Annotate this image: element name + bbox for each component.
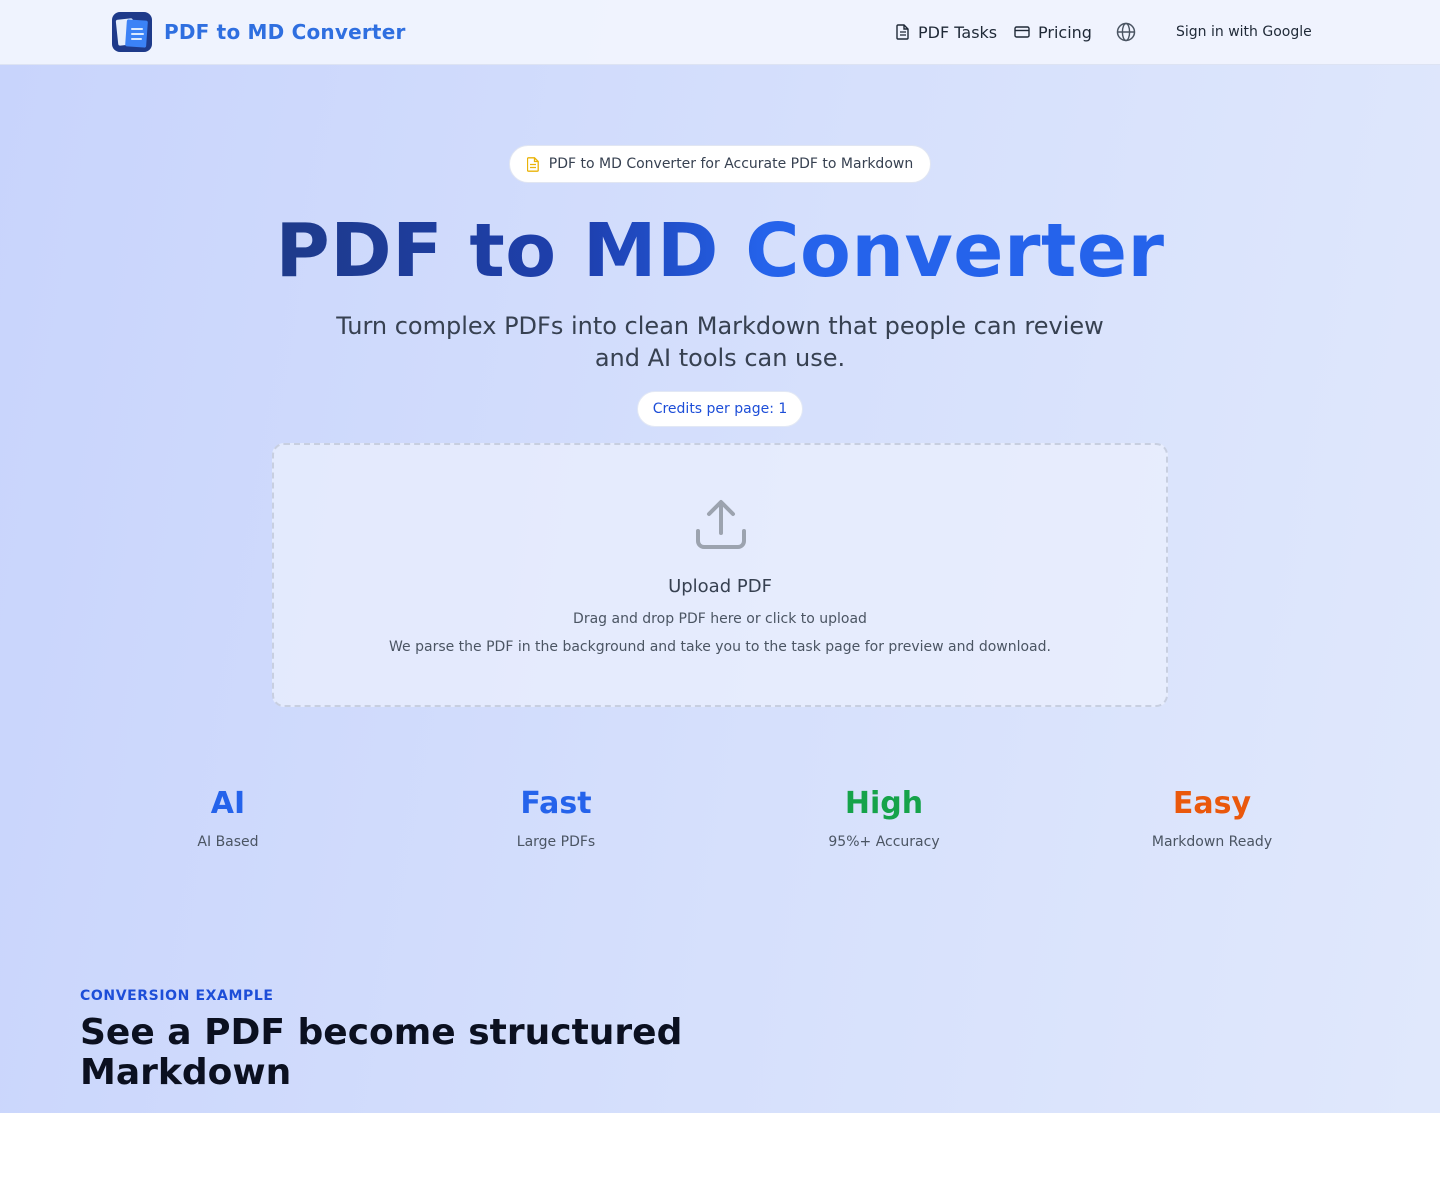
upload-title: Upload PDF	[668, 576, 772, 597]
stat-value: AI	[210, 786, 246, 821]
sign-in-button[interactable]: Sign in with Google	[1176, 22, 1312, 42]
hero-badge: PDF to MD Converter for Accurate PDF to …	[509, 145, 931, 183]
stat-ai: AI AI Based	[98, 784, 358, 852]
credit-card-icon	[1014, 26, 1030, 38]
hero-subtitle: Turn complex PDFs into clean Markdown th…	[336, 312, 1104, 372]
nav-pdf-tasks-label: PDF Tasks	[918, 22, 998, 42]
stat-value: High	[844, 786, 924, 821]
stat-label: AI Based	[197, 834, 259, 850]
section-title: See a PDF become structured Markdown	[80, 1012, 683, 1093]
stat-high: High 95%+ Accuracy	[754, 784, 1014, 852]
brand-name: PDF to MD Converter	[164, 20, 406, 44]
stat-label: 95%+ Accuracy	[828, 834, 940, 850]
document-stack-logo	[112, 12, 152, 52]
upload-instructions: Drag and drop PDF here or click to uploa…	[573, 611, 867, 627]
hero-title-wrap: PDF to MD Converter	[0, 208, 1440, 294]
stat-label: Large PDFs	[516, 834, 596, 850]
stat-easy: Easy Markdown Ready	[1082, 784, 1342, 852]
hero-badge-text: PDF to MD Converter for Accurate PDF to …	[548, 156, 914, 172]
section-eyebrow: CONVERSION EXAMPLE	[80, 988, 274, 1004]
file-text-icon	[896, 24, 909, 40]
brand-link[interactable]: PDF to MD Converter	[112, 12, 406, 52]
nav-item-pdf-tasks[interactable]: PDF Tasks	[896, 20, 997, 44]
stat-value: Easy	[1172, 786, 1252, 821]
top-navbar: PDF to MD Converter PDF Tasks Pricing Si…	[0, 0, 1440, 65]
upload-dropzone[interactable]: Upload PDF Drag and drop PDF here or cli…	[272, 443, 1168, 707]
upload-note: We parse the PDF in the background and t…	[389, 639, 1051, 655]
credits-badge: Credits per page: 1	[637, 391, 803, 427]
page: PDF to MD Converter PDF Tasks Pricing Si…	[0, 0, 1440, 1200]
stat-value: Fast	[520, 786, 592, 821]
nav-item-pricing[interactable]: Pricing	[1014, 20, 1092, 44]
stat-label: Markdown Ready	[1151, 834, 1273, 850]
upload-icon	[696, 500, 746, 549]
document-icon	[526, 156, 539, 172]
nav-pricing-label: Pricing	[1038, 22, 1092, 42]
page-title: PDF to MD Converter	[275, 208, 1165, 294]
globe-icon[interactable]	[1115, 21, 1137, 43]
credits-text: Credits per page: 1	[652, 401, 788, 417]
stat-fast: Fast Large PDFs	[426, 784, 686, 852]
